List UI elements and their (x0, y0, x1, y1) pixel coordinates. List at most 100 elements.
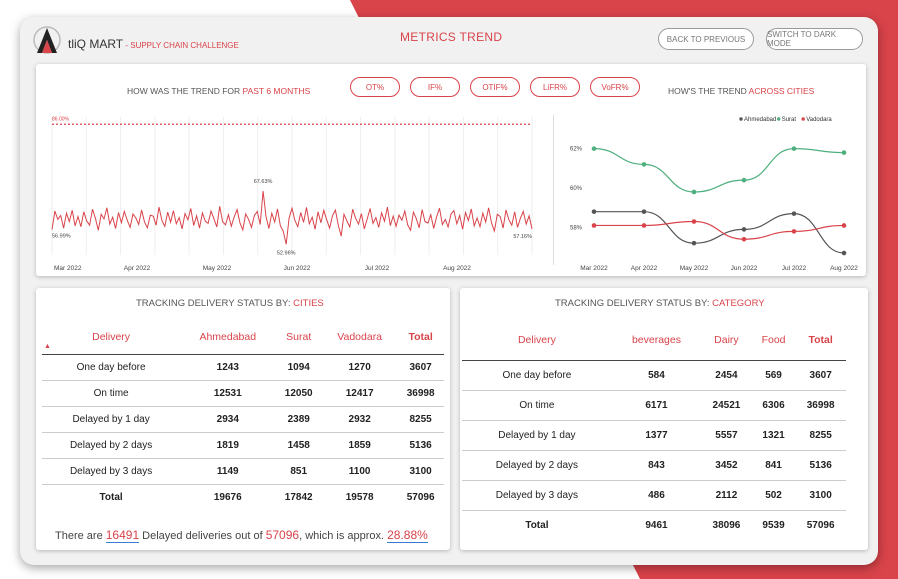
trend-title-highlight: PAST 6 MONTHS (242, 86, 311, 96)
column-header[interactable]: Delivery ▲ (42, 320, 180, 354)
table-cell: 5136 (809, 459, 832, 471)
data-label: 67.63% (254, 179, 273, 185)
cities-table-title: TRACKING DELIVERY STATUS BY: CITIES (136, 298, 324, 309)
x-tick-label: Jun 2022 (731, 265, 758, 272)
data-point (691, 240, 697, 246)
data-point (641, 223, 647, 228)
table-cell: 12417 (345, 387, 374, 399)
table-cell: 1458 (287, 439, 310, 451)
data-label: 57.16% (513, 234, 532, 240)
column-header[interactable]: Total (397, 320, 444, 354)
summary-text: There are 16491 Delayed deliveries out o… (55, 528, 428, 543)
table-header-row: Delivery beverages Dairy Food Total (462, 320, 846, 360)
table-cell: 851 (290, 465, 308, 477)
table-cell: Delayed by 3 days (69, 465, 153, 477)
x-tick-label: Jun 2022 (284, 265, 311, 272)
column-header[interactable]: Vadodara (322, 320, 397, 354)
metric-if-button[interactable]: IF% (410, 77, 460, 97)
legend-marker (739, 117, 743, 121)
table-row: Delayed by 2 days 1819 1458 1859 5136 (42, 432, 444, 458)
category-table-title-highlight: CATEGORY (712, 298, 765, 309)
data-point (641, 209, 647, 214)
cities-table: Delivery ▲ Ahmedabad Surat Vadodara Total One … (42, 320, 444, 510)
data-point (791, 211, 797, 216)
table-cell: 6306 (762, 399, 785, 411)
table-row: One day before 584 2454 569 3607 (462, 360, 846, 390)
column-header[interactable]: beverages (612, 320, 701, 360)
legend-label: Ahmedabad (744, 117, 776, 123)
table-cell: 17842 (284, 491, 313, 503)
table-row: One day before 1243 1094 1270 3607 (42, 354, 444, 380)
column-header[interactable]: Surat (275, 320, 322, 354)
table-cell: 19676 (213, 491, 242, 503)
series-line-surat (593, 148, 845, 193)
legend-label: Surat (782, 117, 797, 123)
table-cell: 8255 (409, 413, 432, 425)
table-total-row: Total 9461 38096 9539 57096 (462, 510, 846, 540)
table-cell: 843 (648, 459, 665, 471)
data-point (691, 219, 697, 224)
table-cell: 38096 (712, 519, 741, 531)
trend-title-prefix: HOW WAS THE TREND FOR (127, 86, 243, 96)
x-tick-label: Apr 2022 (124, 265, 151, 272)
data-point (791, 146, 797, 151)
summary-p1: There are (55, 530, 106, 542)
column-header[interactable]: Total (795, 320, 846, 360)
x-tick-label: Jul 2022 (365, 265, 390, 272)
table-cell: 6171 (645, 399, 668, 411)
table-header-row: Delivery ▲ Ahmedabad Surat Vadodara Total (42, 320, 444, 354)
back-to-previous-button[interactable]: BACK TO PREVIOUS (658, 28, 754, 50)
summary-p3: , which is approx. (299, 530, 388, 542)
data-label: 52.96% (277, 250, 296, 256)
table-cell: Total (525, 519, 549, 531)
metric-vofr-button[interactable]: VoFR% (590, 77, 640, 97)
table-row: Delayed by 3 days 486 2112 502 3100 (462, 480, 846, 510)
table-row: Delayed by 2 days 843 3452 841 5136 (462, 450, 846, 480)
dark-mode-button[interactable]: SWITCH TO DARK MODE (766, 28, 863, 50)
table-cell: 24521 (712, 399, 741, 411)
x-tick-label: Aug 2022 (443, 265, 471, 272)
column-header[interactable]: Dairy (701, 320, 752, 360)
x-tick-label: May 2022 (680, 265, 709, 272)
metric-otif-button[interactable]: OTIF% (470, 77, 520, 97)
table-cell: 502 (765, 489, 782, 501)
header: tliQ MART - SUPPLY CHAIN CHALLENGE METRI… (20, 17, 878, 64)
table-cell: 1321 (762, 429, 785, 441)
table-cell: 1100 (348, 465, 371, 477)
table-cell: 584 (648, 369, 665, 381)
summary-p2: Delayed deliveries out of (139, 530, 266, 542)
table-row: On time 12531 12050 12417 36998 (42, 380, 444, 406)
table-cell: 9539 (762, 519, 785, 531)
column-header[interactable]: Food (752, 320, 796, 360)
table-cell: 3607 (409, 361, 432, 373)
table-row: On time 6171 24521 6306 36998 (462, 390, 846, 420)
data-point (741, 227, 747, 232)
table-cell: 1377 (645, 429, 668, 441)
page-title: METRICS TREND (400, 30, 503, 44)
table-cell: Delayed by 1 day (498, 429, 576, 441)
category-table: Delivery beverages Dairy Food Total One day b… (462, 320, 846, 540)
data-point (591, 146, 597, 151)
table-cell: 57096 (406, 491, 435, 503)
data-point (741, 236, 747, 242)
data-point (591, 223, 597, 228)
data-point (741, 177, 747, 183)
data-point (591, 209, 597, 214)
column-header[interactable]: Delivery (462, 320, 612, 360)
table-cell: 1819 (216, 439, 239, 451)
column-header[interactable]: Ahmedabad (180, 320, 275, 354)
data-point (841, 223, 847, 228)
sort-arrow-icon[interactable]: ▲ (44, 343, 51, 350)
table-cell: 486 (648, 489, 665, 501)
table-cell: Delayed by 3 days (495, 489, 579, 501)
metric-lifr-button[interactable]: LiFR% (530, 77, 580, 97)
table-cell: 1243 (216, 361, 239, 373)
x-tick-label: May 2022 (203, 265, 232, 272)
cities-line-chart: Ahmedabad Surat Vadodara 62% 60% 58% Mar 2022 A… (570, 117, 858, 272)
x-tick-label: Jul 2022 (782, 265, 807, 272)
table-cell: 36998 (806, 399, 835, 411)
table-cell: 1094 (287, 361, 310, 373)
table-cell: Delayed by 2 days (69, 439, 153, 451)
metric-ot-button[interactable]: OT% (350, 77, 400, 97)
y-tick-label: 62% (570, 147, 583, 153)
